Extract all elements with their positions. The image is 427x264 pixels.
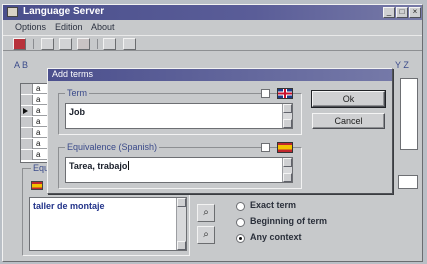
window-title: Language Server bbox=[23, 6, 105, 17]
term-legend: Term bbox=[65, 88, 89, 98]
maximize-button[interactable]: □ bbox=[396, 7, 408, 18]
dialog-title: Add terms bbox=[52, 69, 94, 79]
text-caret bbox=[128, 161, 130, 170]
delete-icon[interactable] bbox=[77, 38, 90, 50]
ok-button[interactable]: Ok bbox=[311, 90, 386, 108]
row-header bbox=[21, 95, 33, 105]
cell: a bbox=[36, 106, 41, 115]
scroll-up-button[interactable] bbox=[177, 198, 186, 207]
equivalence-value: Tarea, trabajo bbox=[69, 161, 130, 171]
row-header bbox=[21, 117, 33, 127]
equivalence-text: Tarea, trabajo bbox=[69, 161, 128, 171]
cell: a bbox=[36, 139, 41, 148]
list-item[interactable]: taller de montaje bbox=[33, 201, 105, 211]
equivalence-input[interactable]: Tarea, trabajo bbox=[65, 157, 293, 183]
menu-options[interactable]: Options bbox=[15, 22, 46, 32]
alphabet-index-right: Y Z bbox=[395, 60, 409, 70]
scroll-up-button[interactable] bbox=[283, 104, 292, 113]
equivalence-spanish-group: Equivalence (Spanish) Tarea, trabajo bbox=[58, 142, 302, 189]
term-group: Term Job bbox=[58, 88, 302, 135]
cell: a bbox=[36, 95, 41, 104]
row-header bbox=[21, 128, 33, 138]
book-icon[interactable] bbox=[13, 38, 26, 50]
equivalence-checkbox[interactable] bbox=[261, 143, 270, 152]
add-icon[interactable] bbox=[59, 38, 72, 50]
cell: a bbox=[36, 117, 41, 126]
radio-beginning-of-term[interactable] bbox=[236, 218, 245, 227]
menu-about[interactable]: About bbox=[91, 22, 115, 32]
term-value: Job bbox=[69, 107, 86, 117]
cell: a bbox=[36, 84, 41, 93]
row-header bbox=[21, 150, 33, 160]
title-bar[interactable]: Language Server _ □ × bbox=[3, 5, 422, 20]
add-terms-dialog: Add terms Term Job Equivalence (Spanish)… bbox=[47, 68, 393, 194]
toolbar-separator bbox=[97, 39, 98, 49]
radio-label-exact-term: Exact term bbox=[250, 200, 297, 210]
uk-flag-icon bbox=[277, 88, 293, 99]
list-scrollbar[interactable] bbox=[176, 198, 186, 250]
search-next-icon[interactable]: ⌕ bbox=[197, 226, 215, 244]
term-checkbox[interactable] bbox=[261, 89, 270, 98]
right-input-field[interactable] bbox=[398, 175, 418, 189]
row-header bbox=[21, 106, 33, 116]
radio-exact-term[interactable] bbox=[236, 202, 245, 211]
current-row-arrow-icon bbox=[23, 108, 28, 114]
cell: a bbox=[36, 128, 41, 137]
cell: a bbox=[36, 150, 41, 159]
toolbar-separator bbox=[33, 39, 34, 49]
scroll-down-button[interactable] bbox=[283, 119, 292, 128]
menu-bar: Options Edition About bbox=[3, 21, 422, 34]
toolbar bbox=[3, 35, 422, 51]
right-grid-scrollbar[interactable] bbox=[400, 78, 418, 150]
scroll-down-button[interactable] bbox=[177, 241, 186, 250]
settings-icon[interactable] bbox=[123, 38, 136, 50]
scroll-down-button[interactable] bbox=[283, 173, 292, 182]
spain-flag-icon bbox=[31, 181, 43, 190]
link-icon[interactable] bbox=[103, 38, 116, 50]
row-header bbox=[21, 84, 33, 94]
radio-any-context[interactable] bbox=[236, 234, 245, 243]
equivalence-list[interactable]: taller de montaje bbox=[29, 197, 187, 251]
binoculars-icon[interactable]: ⌕ bbox=[197, 204, 215, 222]
menu-edition[interactable]: Edition bbox=[55, 22, 83, 32]
spain-flag-icon bbox=[277, 142, 293, 153]
radio-label-any-context: Any context bbox=[250, 232, 302, 242]
term-input[interactable]: Job bbox=[65, 103, 293, 129]
app-icon bbox=[7, 7, 18, 17]
close-button[interactable]: × bbox=[409, 7, 421, 18]
cancel-button[interactable]: Cancel bbox=[312, 113, 385, 129]
alphabet-index-left: A B bbox=[14, 60, 29, 70]
new-icon[interactable] bbox=[41, 38, 54, 50]
scroll-up-button[interactable] bbox=[283, 158, 292, 167]
minimize-button[interactable]: _ bbox=[383, 7, 395, 18]
equivalence-scrollbar[interactable] bbox=[282, 158, 292, 182]
radio-label-beginning: Beginning of term bbox=[250, 216, 327, 226]
equivalence-legend: Equivalence (Spanish) bbox=[65, 142, 160, 152]
term-scrollbar[interactable] bbox=[282, 104, 292, 128]
row-header bbox=[21, 139, 33, 149]
dialog-title-bar[interactable]: Add terms bbox=[48, 69, 392, 81]
